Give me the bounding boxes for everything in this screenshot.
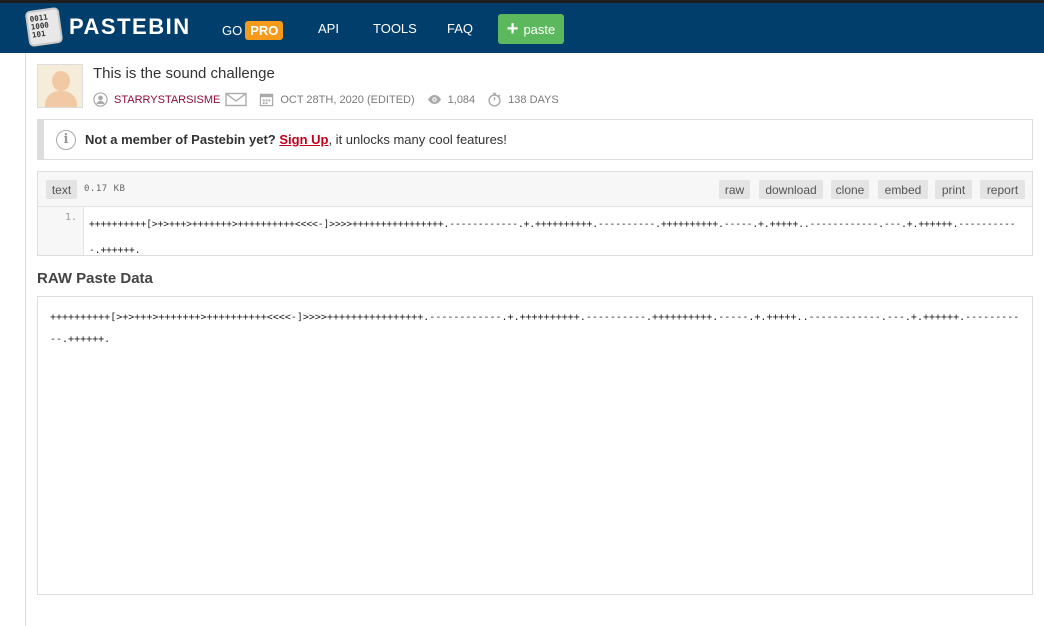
stopwatch-icon	[488, 92, 501, 107]
signup-link[interactable]: Sign Up	[279, 132, 328, 147]
notice-rest: , it unlocks many cool features!	[328, 132, 507, 147]
clone-button[interactable]: clone	[831, 180, 869, 199]
calendar-icon	[260, 93, 274, 107]
paste-button-label: paste	[523, 21, 556, 37]
syntax-badge[interactable]: text	[46, 180, 77, 199]
paste-date: OCT 28TH, 2020 (EDITED)	[280, 93, 415, 106]
raw-paste-textarea[interactable]: ++++++++++[>+>+++>+++++++>++++++++++<<<<…	[37, 296, 1033, 595]
line-gutter: 1.	[38, 207, 84, 255]
plus-icon: +	[506, 18, 519, 40]
logo-icon: 0011 1000 101	[24, 6, 64, 48]
nav-go-pro[interactable]: GO PRO	[222, 21, 284, 40]
eye-icon	[427, 95, 441, 104]
nav-go-label: GO	[222, 23, 243, 38]
pastebin-logo[interactable]: 0011 1000 101 PASTEBIN	[24, 6, 191, 48]
paste-expiry: 138 DAYS	[508, 93, 559, 106]
nav-faq[interactable]: FAQ	[447, 21, 473, 36]
code-line: ++++++++++[>+>+++>+++++++>++++++++++<<<<…	[89, 219, 1016, 256]
signup-notice: i Not a member of Pastebin yet? Sign Up,…	[37, 119, 1033, 160]
info-icon: i	[56, 129, 76, 150]
paste-views: 1,084	[447, 93, 476, 106]
avatar[interactable]	[37, 64, 83, 108]
embed-button[interactable]: embed	[878, 180, 928, 199]
nav-tools[interactable]: TOOLS	[373, 21, 417, 36]
author-link[interactable]: STARRYSTARSISME	[114, 94, 220, 106]
download-button[interactable]: download	[759, 180, 823, 199]
code-toolbar: text 0.17 KB raw download clone embed pr…	[38, 172, 1032, 207]
line-number: 1.	[64, 212, 77, 223]
raw-button[interactable]: raw	[719, 180, 750, 199]
paste-title: This is the sound challenge	[93, 65, 275, 82]
new-paste-button[interactable]: + paste	[498, 14, 564, 44]
report-button[interactable]: report	[980, 180, 1025, 199]
pro-badge: PRO	[245, 21, 284, 40]
paste-size: 0.17 KB	[84, 184, 126, 194]
user-icon	[93, 92, 108, 107]
paste-meta: STARRYSTARSISME OCT 28TH, 2020 (EDITED) …	[93, 92, 559, 107]
envelope-icon[interactable]	[225, 92, 248, 107]
notice-lead: Not a member of Pastebin yet?	[85, 132, 276, 147]
print-button[interactable]: print	[935, 180, 972, 199]
logo-text: PASTEBIN	[69, 14, 191, 39]
left-divider	[25, 53, 26, 626]
paste-code-box: text 0.17 KB raw download clone embed pr…	[37, 171, 1033, 256]
top-navbar: 0011 1000 101 PASTEBIN GO PRO API TOOLS F…	[0, 0, 1044, 53]
raw-paste-heading: RAW Paste Data	[37, 270, 153, 287]
nav-api[interactable]: API	[318, 21, 339, 36]
